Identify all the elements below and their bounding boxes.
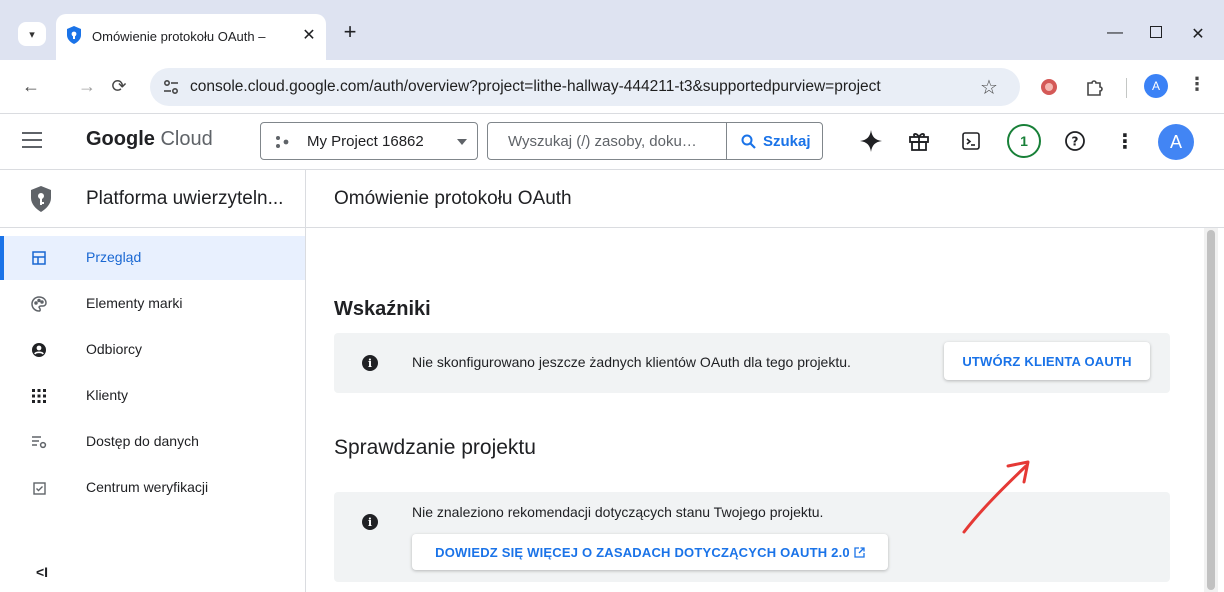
search-input[interactable]: Wyszukaj (/) zasoby, doku… (508, 133, 726, 150)
browser-profile-avatar[interactable]: A (1144, 74, 1168, 98)
search-icon (741, 134, 756, 149)
gift-icon[interactable] (906, 128, 932, 154)
toolbar-divider (1126, 78, 1127, 98)
sidebar: Platforma uwierzyteln... Przegląd Elemen… (0, 170, 306, 592)
sidebar-item-odbiorcy[interactable]: Odbiorcy (0, 328, 305, 372)
main-content: Omówienie protokołu OAuth Wskaźniki i Ni… (306, 170, 1224, 592)
sidebar-item-centrum-weryfikacji[interactable]: Centrum weryfikacji (0, 466, 305, 510)
extensions-puzzle-icon[interactable] (1084, 76, 1106, 98)
learn-more-oauth-link[interactable]: DOWIEDZ SIĘ WIĘCEJ O ZASADACH DOTYCZĄCYC… (412, 534, 888, 570)
extension-icon[interactable] (1038, 76, 1060, 98)
cloud-shell-icon[interactable] (958, 128, 984, 154)
back-icon[interactable]: ← (20, 76, 42, 96)
tab-title: Omówienie protokołu OAuth – (92, 29, 266, 44)
browser-tab[interactable]: Omówienie protokołu OAuth – ✕ (56, 14, 326, 60)
project-review-message: Nie znaleziono rekomendacji dotyczących … (412, 504, 824, 520)
main-scrollbar[interactable] (1204, 228, 1218, 592)
create-oauth-client-button[interactable]: UTWÓRZ KLIENTA OAUTH (944, 342, 1150, 380)
search-button-label: Szukaj (763, 132, 811, 150)
console-header: Google Cloud My Project 16862 Wyszukaj (… (0, 114, 1224, 170)
more-options-icon[interactable]: ⋮ (1112, 128, 1138, 154)
indicators-card: i Nie skonfigurowano jeszcze żadnych kli… (334, 333, 1170, 393)
svg-text:?: ? (1072, 135, 1079, 149)
sidebar-item-label: Centrum weryfikacji (86, 479, 209, 495)
main-menu-icon[interactable] (22, 132, 42, 148)
logo-google: Google (86, 128, 155, 150)
annotation-arrow (962, 460, 1030, 534)
gemini-sparkle-icon[interactable] (858, 128, 884, 154)
sidebar-item-dostep-do-danych[interactable]: Dostęp do danych (0, 420, 305, 464)
notifications-badge[interactable]: 1 (1007, 124, 1041, 158)
project-name: My Project 16862 (307, 133, 424, 150)
info-icon: i (362, 355, 378, 371)
new-tab-icon[interactable]: + (338, 20, 362, 44)
open-in-new-icon (854, 546, 865, 558)
address-bar[interactable]: console.cloud.google.com/auth/overview?p… (150, 68, 1020, 106)
logo-cloud: Cloud (160, 128, 213, 150)
checkbox-icon (30, 479, 48, 497)
tab-close-icon[interactable]: ✕ (300, 25, 318, 45)
url-text: console.cloud.google.com/auth/overview?p… (190, 78, 881, 95)
apps-grid-icon (30, 387, 48, 405)
sidebar-title: Platforma uwierzyteln... (86, 188, 284, 209)
info-icon: i (362, 514, 378, 530)
page-title: Omówienie protokołu OAuth (334, 188, 572, 209)
site-info-icon[interactable] (162, 78, 180, 96)
sidebar-header: Platforma uwierzyteln... (0, 170, 305, 228)
google-cloud-logo[interactable]: Google Cloud (86, 128, 213, 151)
data-settings-icon (30, 433, 48, 451)
tab-search-chevron-icon[interactable]: ▾ (18, 22, 46, 46)
maximize-icon[interactable] (1144, 22, 1168, 38)
project-picker[interactable]: My Project 16862 (260, 122, 478, 160)
forward-icon[interactable]: → (76, 76, 98, 96)
sidebar-item-label: Klienty (86, 387, 129, 403)
indicators-message: Nie skonfigurowano jeszcze żadnych klien… (412, 354, 851, 370)
learn-more-label: DOWIEDZ SIĘ WIĘCEJ O ZASADACH DOTYCZĄCYC… (435, 544, 850, 560)
browser-menu-icon[interactable]: ⋮ (1188, 74, 1206, 95)
sidebar-item-label: Odbiorcy (86, 341, 143, 357)
sidebar-item-label: Dostęp do danych (86, 433, 199, 449)
collapse-sidebar-icon[interactable]: <I (36, 564, 48, 580)
sidebar-item-label: Elementy marki (86, 295, 183, 311)
section-heading-project-review: Sprawdzanie projektu (334, 436, 536, 459)
sidebar-item-przeglad[interactable]: Przegląd (0, 236, 305, 280)
minimize-icon[interactable]: — (1103, 24, 1127, 42)
section-heading-indicators: Wskaźniki (334, 298, 431, 320)
reload-icon[interactable]: ⟳ (108, 76, 130, 96)
sidebar-item-label: Przegląd (86, 249, 142, 265)
main-header: Omówienie protokołu OAuth (306, 170, 1224, 228)
search-bar[interactable]: Wyszukaj (/) zasoby, doku… Szukaj (487, 122, 823, 160)
project-hierarchy-icon (276, 136, 289, 148)
help-icon[interactable]: ? (1062, 128, 1088, 154)
account-avatar[interactable]: A (1158, 124, 1194, 160)
window-close-icon[interactable]: ✕ (1186, 24, 1210, 44)
chevron-down-icon (457, 139, 467, 145)
search-button[interactable]: Szukaj (726, 123, 822, 159)
dashboard-icon (30, 249, 48, 267)
shield-favicon-icon (67, 26, 81, 44)
account-circle-icon (30, 341, 48, 359)
sidebar-item-elementy-marki[interactable]: Elementy marki (0, 282, 305, 326)
palette-icon (30, 295, 48, 313)
browser-toolbar: ← → ⟳ console.cloud.google.com/auth/over… (0, 60, 1224, 114)
browser-tab-bar: ▾ Omówienie protokołu OAuth – ✕ + — ✕ (0, 0, 1224, 60)
bookmark-star-icon[interactable]: ☆ (980, 75, 998, 100)
sidebar-item-klienty[interactable]: Klienty (0, 374, 305, 418)
shield-key-icon (31, 186, 51, 212)
